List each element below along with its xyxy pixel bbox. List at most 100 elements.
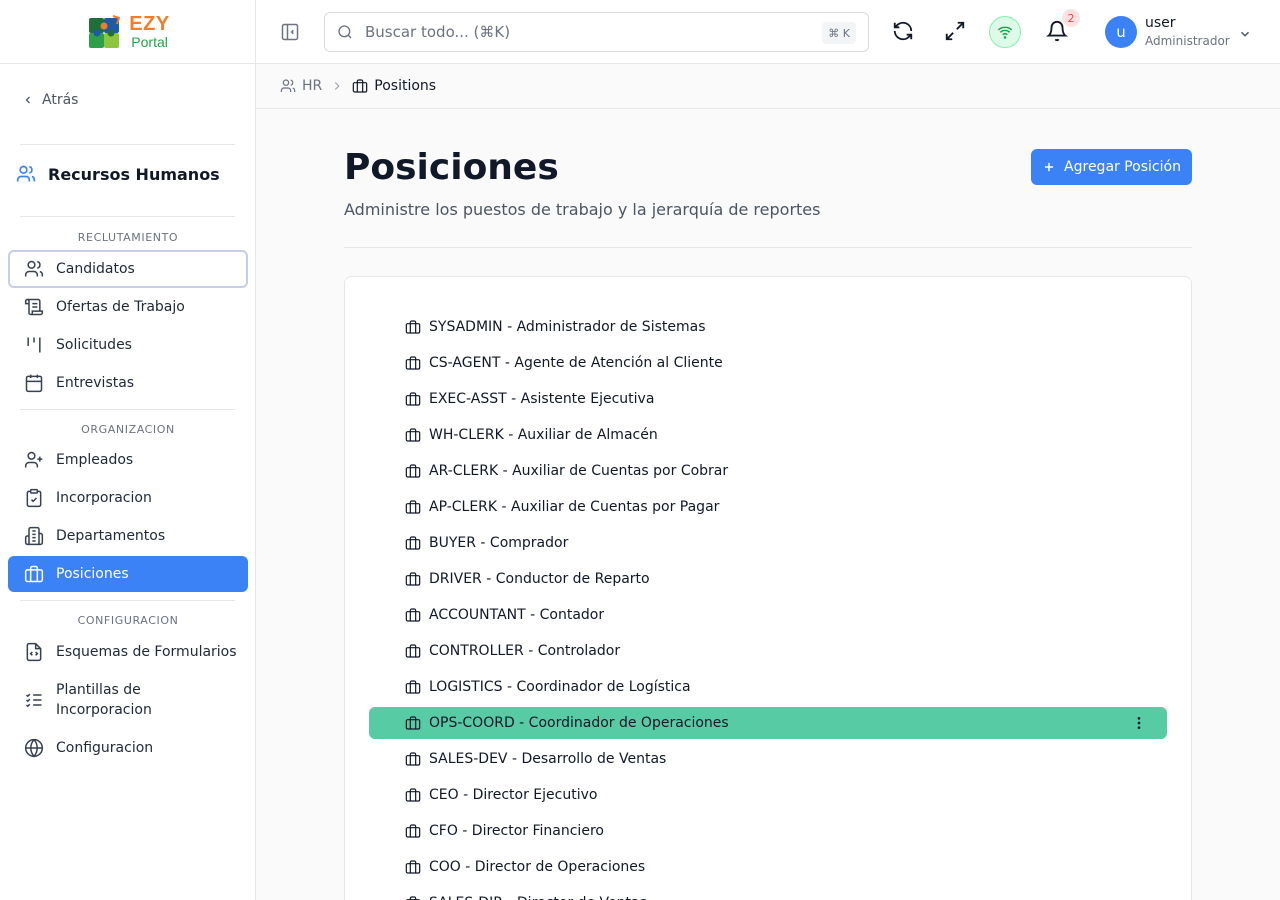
tree-item[interactable]: CS-AGENT - Agente de Atención al Cliente (369, 347, 1167, 379)
tree-item[interactable]: OPS-COORD - Coordinador de Operaciones (369, 707, 1167, 739)
tree-item-label: AP-CLERK - Auxiliar de Cuentas por Pagar (429, 499, 720, 515)
puzzle-logo-icon (89, 14, 121, 48)
tree-item[interactable]: DRIVER - Conductor de Reparto (369, 563, 1167, 595)
sidebar: EZY Portal Atrás Recursos Humanos RECLUT… (0, 0, 256, 900)
tree-item[interactable]: WH-CLERK - Auxiliar de Almacén (369, 419, 1167, 451)
briefcase-icon (405, 572, 421, 586)
sidebar-item-posiciones[interactable]: Posiciones (8, 556, 248, 592)
sidebar-toggle-button[interactable] (280, 22, 300, 46)
sidebar-item-incorporacion[interactable]: Incorporacion (8, 480, 248, 516)
user-role: Administrador (1145, 34, 1230, 48)
sidebar-item-configuracion[interactable]: Configuracion (8, 730, 248, 766)
back-link[interactable]: Atrás (22, 92, 78, 108)
tree-item-label: COO - Director de Operaciones (429, 859, 646, 875)
briefcase-icon (405, 356, 421, 370)
row-actions-button[interactable] (1131, 715, 1147, 735)
tree-item-label: BUYER - Comprador (429, 535, 569, 551)
briefcase-icon (406, 896, 420, 900)
module-title-label: Recursos Humanos (48, 164, 220, 184)
sidebar-item-ofertas[interactable]: Ofertas de Trabajo (8, 289, 248, 325)
connection-status-button[interactable] (989, 16, 1021, 48)
tree-item[interactable]: AP-CLERK - Auxiliar de Cuentas por Pagar (369, 491, 1167, 523)
tree-item-label: SALES-DIR - Director de Ventas (429, 895, 647, 900)
tree-item-label: SALES-DEV - Desarrollo de Ventas (429, 751, 667, 767)
tree-item[interactable]: SYSADMIN - Administrador de Sistemas (369, 311, 1167, 343)
global-search[interactable]: ⌘ K (324, 12, 869, 52)
tree-item-label: SYSADMIN - Administrador de Sistemas (429, 319, 706, 335)
sidebar-item-candidatos[interactable]: Candidatos (8, 250, 248, 288)
tree-item[interactable]: CONTROLLER - Controlador (369, 635, 1167, 667)
tree-item-label: DRIVER - Conductor de Reparto (429, 571, 650, 587)
module-title: Recursos Humanos (16, 164, 220, 184)
briefcase-icon (405, 608, 421, 622)
user-menu-toggle[interactable] (1238, 26, 1252, 45)
add-position-label: Agregar Posición (1064, 159, 1181, 175)
calendar-icon (25, 374, 43, 393)
sidebar-item-solicitudes[interactable]: Solicitudes (8, 327, 248, 363)
scroll-icon (24, 298, 44, 316)
tree-item-label: AR-CLERK - Auxiliar de Cuentas por Cobra… (429, 463, 729, 479)
tree-item-label: CONTROLLER - Controlador (429, 643, 621, 659)
tree-item[interactable]: COO - Director de Operaciones (369, 851, 1167, 883)
group-label-reclutamiento: RECLUTAMIENTO (77, 231, 179, 244)
refresh-icon (893, 21, 913, 41)
tree-item-label: CFO - Director Financiero (429, 823, 604, 839)
tree-item[interactable]: BUYER - Comprador (369, 527, 1167, 559)
breadcrumb-label: HR (302, 78, 323, 94)
briefcase-icon (352, 79, 368, 93)
sidebar-item-label: Plantillas de Incorporacion (56, 682, 152, 718)
briefcase-icon (405, 716, 421, 730)
sidebar-divider (20, 409, 235, 410)
sidebar-item-entrevistas[interactable]: Entrevistas (8, 365, 248, 401)
breadcrumb-positions: Positions (352, 78, 436, 94)
search-input[interactable] (365, 23, 795, 41)
back-label: Atrás (42, 92, 79, 108)
brand-logo[interactable]: EZY Portal (85, 12, 169, 52)
users-icon (24, 260, 44, 277)
sidebar-item-esquemas[interactable]: Esquemas de Formularios (8, 634, 248, 670)
fullscreen-button[interactable] (944, 20, 966, 46)
tree-item[interactable]: SALES-DEV - Desarrollo de Ventas (369, 743, 1167, 775)
clipboard-check-icon (26, 488, 42, 508)
header-divider (344, 247, 1192, 248)
sidebar-divider (20, 600, 235, 601)
sidebar-item-label: Configuracion (56, 740, 154, 756)
tree-item[interactable]: EXEC-ASST - Asistente Ejecutiva (369, 383, 1167, 415)
briefcase-icon (405, 392, 421, 406)
page-subtitle: Administre los puestos de trabajo y la j… (344, 200, 821, 219)
tree-item[interactable]: CFO - Director Financiero (369, 815, 1167, 847)
briefcase-icon (405, 860, 421, 874)
tree-item[interactable]: ACCOUNTANT - Contador (369, 599, 1167, 631)
briefcase-icon (405, 464, 421, 478)
brand-name: EZY (129, 13, 170, 35)
breadcrumb: HR Positions (256, 64, 1280, 109)
sidebar-item-label: Ofertas de Trabajo (56, 299, 185, 315)
sidebar-item-label: Posiciones (56, 566, 129, 582)
sidebar-item-label: Entrevistas (56, 375, 135, 391)
breadcrumb-hr[interactable]: HR (280, 78, 322, 94)
sidebar-item-label: Incorporacion (56, 490, 152, 506)
users-icon (16, 165, 36, 182)
briefcase-icon (405, 752, 421, 766)
group-label-organizacion: ORGANIZACION (81, 423, 175, 436)
tree-item[interactable]: AR-CLERK - Auxiliar de Cuentas por Cobra… (369, 455, 1167, 487)
sidebar-divider (20, 144, 235, 145)
tree-item[interactable]: SALES-DIR - Director de Ventas (369, 887, 1167, 900)
briefcase-icon (24, 565, 44, 583)
notification-badge: 2 (1062, 9, 1080, 27)
sidebar-item-plantillas[interactable]: Plantillas de Incorporacion (8, 678, 248, 722)
tree-item[interactable]: CEO - Director Ejecutivo (369, 779, 1167, 811)
sidebar-item-label: Departamentos (56, 528, 166, 544)
briefcase-icon (405, 428, 421, 442)
sidebar-item-label: Esquemas de Formularios (56, 644, 237, 660)
sidebar-item-empleados[interactable]: Empleados (8, 442, 248, 478)
refresh-button[interactable] (892, 20, 914, 46)
sidebar-item-departamentos[interactable]: Departamentos (8, 518, 248, 554)
avatar[interactable]: u (1105, 16, 1137, 48)
list-checks-icon (25, 693, 42, 708)
tree-item[interactable]: LOGISTICS - Coordinador de Logística (369, 671, 1167, 703)
add-position-button[interactable]: Agregar Posición (1031, 149, 1192, 185)
main-content: Posiciones Administre los puestos de tra… (256, 109, 1280, 900)
sidebar-item-label: Solicitudes (56, 337, 132, 353)
user-name[interactable]: user (1145, 15, 1176, 31)
